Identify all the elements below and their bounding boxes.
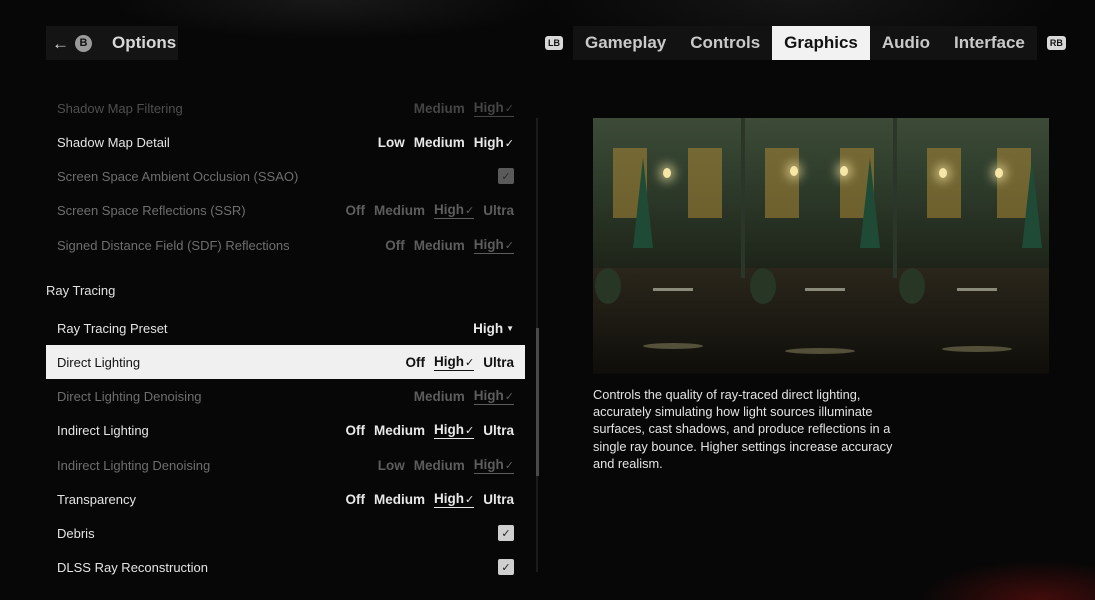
setting-direct-lighting-denoising[interactable]: Direct Lighting Denoising Medium High✓ xyxy=(46,379,525,413)
setting-label: Shadow Map Filtering xyxy=(57,100,183,116)
option-high-selected[interactable]: High✓ xyxy=(473,457,514,474)
option-ultra[interactable]: Ultra xyxy=(483,355,514,370)
settings-list: Shadow Map Filtering Medium High✓ Shadow… xyxy=(46,0,525,600)
option-low[interactable]: Low xyxy=(378,135,405,150)
setting-indirect-lighting[interactable]: Indirect Lighting Off Medium High✓ Ultra xyxy=(46,413,525,447)
option-off[interactable]: Off xyxy=(346,423,366,438)
tab-interface[interactable]: Interface xyxy=(942,26,1037,60)
caret-down-icon: ▼ xyxy=(506,323,514,333)
section-header-ray-tracing: Ray Tracing xyxy=(46,283,116,298)
setting-ssao[interactable]: Screen Space Ambient Occlusion (SSAO) ✓ xyxy=(46,159,525,193)
setting-dlss-ray-reconstruction[interactable]: DLSS Ray Reconstruction ✓ xyxy=(46,550,525,584)
setting-label: Screen Space Reflections (SSR) xyxy=(57,202,246,218)
option-medium[interactable]: Medium xyxy=(414,135,465,150)
setting-label: Direct Lighting Denoising xyxy=(57,388,202,404)
tab-controls[interactable]: Controls xyxy=(678,26,773,60)
ssao-checkbox[interactable]: ✓ xyxy=(498,168,514,184)
option-medium[interactable]: Medium xyxy=(374,203,425,218)
check-icon: ✓ xyxy=(504,390,514,403)
setting-shadow-map-detail[interactable]: Shadow Map Detail Low Medium High✓ xyxy=(46,125,525,159)
option-off[interactable]: Off xyxy=(346,203,366,218)
preview-panel-high xyxy=(745,118,897,374)
option-off[interactable]: Off xyxy=(346,492,366,507)
setting-label: Direct Lighting xyxy=(57,354,141,370)
option-high-selected[interactable]: High✓ xyxy=(434,422,475,439)
option-medium[interactable]: Medium xyxy=(414,458,465,473)
setting-label: Transparency xyxy=(57,491,136,507)
option-ultra[interactable]: Ultra xyxy=(483,423,514,438)
setting-label: Indirect Lighting Denoising xyxy=(57,457,211,473)
scrollbar-thumb[interactable] xyxy=(536,328,539,476)
option-ultra[interactable]: Ultra xyxy=(483,492,514,507)
setting-label: Debris xyxy=(57,525,95,541)
tab-audio[interactable]: Audio xyxy=(869,26,943,60)
option-medium[interactable]: Medium xyxy=(414,389,465,404)
preview-panel-ultra xyxy=(897,118,1049,374)
setting-label: Ray Tracing Preset xyxy=(57,320,168,336)
option-high-selected[interactable]: High✓ xyxy=(434,202,475,219)
option-medium[interactable]: Medium xyxy=(374,492,425,507)
preview-panel-off xyxy=(593,118,745,374)
tab-gameplay[interactable]: Gameplay xyxy=(573,26,679,60)
option-high-selected[interactable]: High✓ xyxy=(434,491,475,508)
option-medium[interactable]: Medium xyxy=(414,101,465,116)
check-icon: ✓ xyxy=(465,356,475,369)
setting-transparency[interactable]: Transparency Off Medium High✓ Ultra xyxy=(46,482,525,516)
option-high-selected[interactable]: High✓ xyxy=(473,388,514,405)
tab-bar: LB Gameplay Controls Graphics Audio Inte… xyxy=(545,26,1066,60)
check-icon: ✓ xyxy=(504,459,514,472)
setting-ray-tracing-preset[interactable]: Ray Tracing Preset High ▼ xyxy=(46,311,525,345)
check-icon: ✓ xyxy=(465,204,475,217)
setting-label: Indirect Lighting xyxy=(57,422,149,438)
option-high-selected[interactable]: High✓ xyxy=(434,354,475,371)
check-icon: ✓ xyxy=(465,493,475,506)
check-icon: ✓ xyxy=(504,102,514,115)
lb-bumper-icon: LB xyxy=(545,36,563,50)
setting-debris[interactable]: Debris ✓ xyxy=(46,516,525,550)
check-icon: ✓ xyxy=(504,137,514,150)
option-high-selected[interactable]: High✓ xyxy=(474,135,514,150)
tab-graphics[interactable]: Graphics xyxy=(772,26,870,60)
check-icon: ✓ xyxy=(465,424,475,437)
preset-dropdown[interactable]: High ▼ xyxy=(473,321,514,336)
setting-ssr[interactable]: Screen Space Reflections (SSR) Off Mediu… xyxy=(46,193,525,227)
setting-label: Screen Space Ambient Occlusion (SSAO) xyxy=(57,168,299,184)
check-icon: ✓ xyxy=(504,239,514,252)
setting-sdf-reflections[interactable]: Signed Distance Field (SDF) Reflections … xyxy=(46,228,525,262)
setting-shadow-map-filtering[interactable]: Shadow Map Filtering Medium High✓ xyxy=(46,91,525,125)
dlss-rr-checkbox[interactable]: ✓ xyxy=(498,559,514,575)
setting-indirect-lighting-denoising[interactable]: Indirect Lighting Denoising Low Medium H… xyxy=(46,448,525,482)
option-low[interactable]: Low xyxy=(378,458,405,473)
option-high-selected[interactable]: High✓ xyxy=(473,100,514,117)
option-ultra[interactable]: Ultra xyxy=(483,203,514,218)
debris-checkbox[interactable]: ✓ xyxy=(498,525,514,541)
setting-label: Shadow Map Detail xyxy=(57,134,170,150)
option-off[interactable]: Off xyxy=(406,355,426,370)
option-off[interactable]: Off xyxy=(385,238,405,253)
preview-image xyxy=(593,118,1049,374)
setting-label: Signed Distance Field (SDF) Reflections xyxy=(57,237,290,253)
option-medium[interactable]: Medium xyxy=(414,238,465,253)
setting-description: Controls the quality of ray-traced direc… xyxy=(593,387,893,471)
option-high-selected[interactable]: High✓ xyxy=(473,237,514,254)
rb-bumper-icon: RB xyxy=(1046,36,1066,50)
setting-label: DLSS Ray Reconstruction xyxy=(57,559,209,575)
option-medium[interactable]: Medium xyxy=(374,423,425,438)
setting-direct-lighting[interactable]: Direct Lighting Off High✓ Ultra xyxy=(46,345,525,379)
